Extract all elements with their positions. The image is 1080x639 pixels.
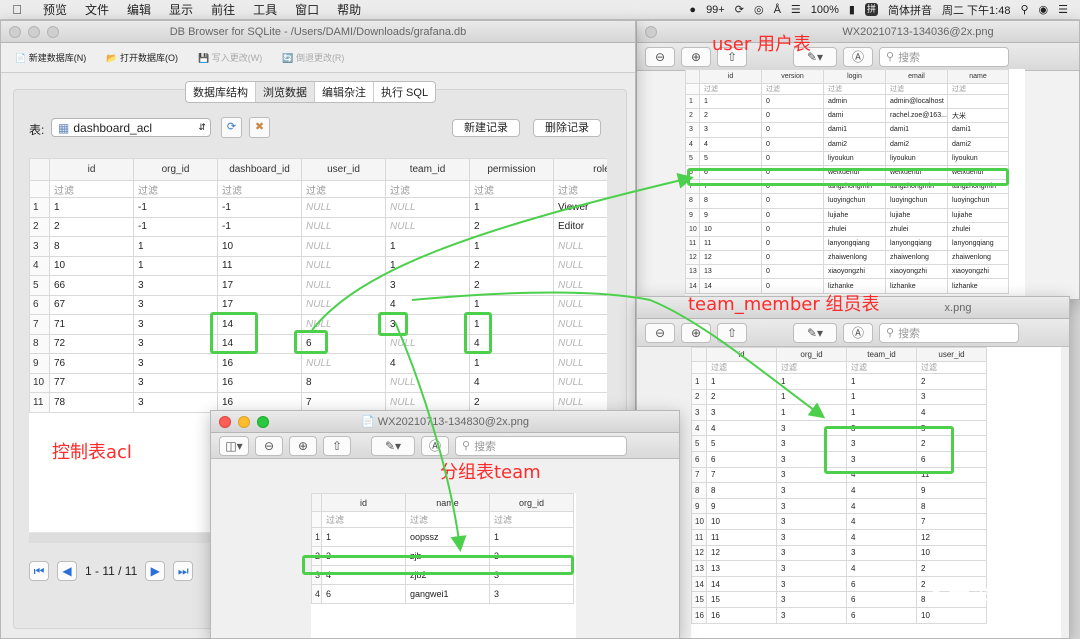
connector-arrows — [311, 172, 826, 552]
arrow-user-to-user-table — [311, 172, 694, 331]
watermark: ● 大米谭 — [930, 578, 1014, 610]
arrow-team-to-team-table — [394, 321, 467, 552]
wechat-logo-icon: ● — [930, 582, 943, 605]
arrow-team-to-member-table — [411, 291, 826, 419]
watermark-text: 大米谭 — [948, 583, 1015, 608]
